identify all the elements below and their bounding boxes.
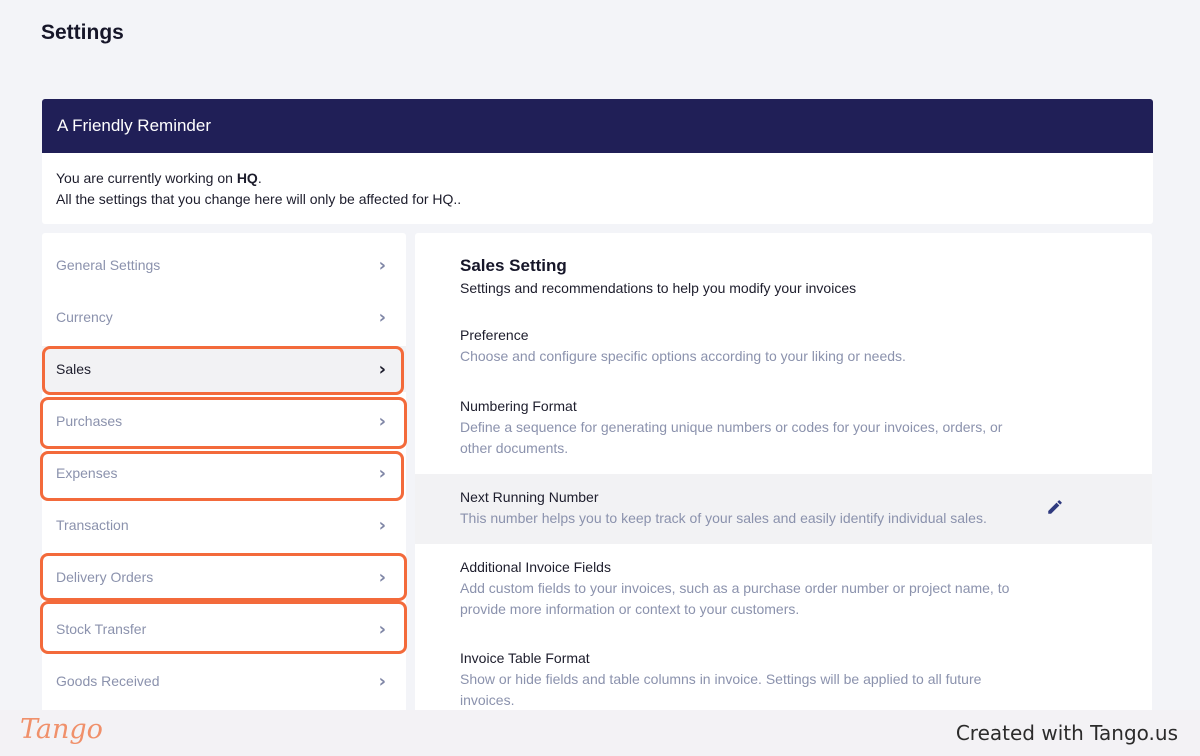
setting-title: Additional Invoice Fields	[460, 559, 611, 575]
chevron-right-icon: ›	[378, 254, 386, 276]
sidebar-item-label: Delivery Orders	[56, 569, 154, 585]
setting-preference[interactable]: Preference Choose and configure specific…	[415, 325, 1152, 375]
chevron-right-icon: ›	[378, 566, 386, 588]
setting-invoice-table-format[interactable]: Invoice Table Format Show or hide fields…	[415, 648, 1152, 710]
page-title: Settings	[41, 21, 124, 44]
setting-numbering-format[interactable]: Numbering Format Define a sequence for g…	[415, 396, 1152, 466]
reminder-card: A Friendly Reminder You are currently wo…	[42, 99, 1153, 224]
settings-sidebar: General Settings › Currency › Sales › Pu…	[42, 233, 406, 710]
sidebar-item-label: General Settings	[56, 257, 161, 273]
chevron-right-icon: ›	[378, 670, 386, 692]
sales-setting-panel: Sales Setting Settings and recommendatio…	[415, 233, 1152, 710]
chevron-right-icon: ›	[378, 358, 386, 380]
sidebar-item-expenses[interactable]: Expenses ›	[42, 450, 406, 496]
panel-title: Sales Setting	[460, 256, 567, 275]
sidebar-item-currency[interactable]: Currency ›	[42, 294, 406, 340]
created-with-text: Created with Tango.us	[955, 721, 1178, 745]
chevron-right-icon: ›	[378, 514, 386, 536]
setting-description: Show or hide fields and table columns in…	[460, 671, 982, 708]
setting-description: This number helps you to keep track of y…	[460, 510, 987, 526]
tango-footer: Tango Created with Tango.us	[0, 710, 1200, 756]
chevron-right-icon: ›	[378, 410, 386, 432]
branch-name: HQ	[236, 170, 258, 186]
reminder-line-1-prefix: You are currently working on	[56, 170, 237, 186]
settings-screen: Settings A Friendly Reminder You are cur…	[0, 0, 1200, 710]
chevron-right-icon: ›	[378, 618, 386, 640]
sidebar-item-label: Goods Received	[56, 673, 160, 689]
sidebar-item-label: Purchases	[56, 413, 123, 429]
chevron-right-icon: ›	[378, 462, 386, 484]
reminder-body: You are currently working on HQ. All the…	[42, 153, 1153, 210]
setting-title: Invoice Table Format	[460, 650, 590, 666]
setting-description: Choose and configure specific options ac…	[460, 348, 906, 364]
sidebar-item-label: Stock Transfer	[56, 621, 147, 637]
reminder-line-1: You are currently working on HQ.	[56, 168, 1153, 189]
setting-title: Preference	[460, 327, 529, 343]
sidebar-item-label: Sales	[56, 361, 92, 377]
sidebar-item-label: Transaction	[56, 517, 129, 533]
setting-description: Define a sequence for generating unique …	[460, 419, 1003, 456]
panel-subtitle: Settings and recommendations to help you…	[460, 280, 857, 296]
setting-description: Add custom fields to your invoices, such…	[460, 580, 1010, 617]
sidebar-item-purchases[interactable]: Purchases ›	[42, 398, 406, 444]
setting-next-running-number[interactable]: Next Running Number This number helps yo…	[415, 474, 1152, 544]
tango-logo: Tango	[20, 714, 103, 745]
chevron-right-icon: ›	[378, 306, 386, 328]
setting-additional-invoice-fields[interactable]: Additional Invoice Fields Add custom fie…	[415, 557, 1152, 627]
reminder-line-1-suffix: .	[257, 170, 262, 186]
reminder-heading: A Friendly Reminder	[42, 99, 1153, 153]
sidebar-item-delivery-orders[interactable]: Delivery Orders ›	[42, 554, 406, 600]
setting-title: Numbering Format	[460, 398, 577, 414]
sidebar-item-transaction[interactable]: Transaction ›	[42, 502, 406, 548]
sidebar-item-label: Currency	[56, 309, 113, 325]
sidebar-item-general-settings[interactable]: General Settings ›	[42, 242, 406, 288]
sidebar-item-stock-transfer[interactable]: Stock Transfer ›	[42, 606, 406, 652]
sidebar-item-goods-received[interactable]: Goods Received ›	[42, 658, 406, 704]
sidebar-item-label: Expenses	[56, 465, 118, 481]
sidebar-item-sales[interactable]: Sales ›	[42, 346, 406, 392]
reminder-line-2: All the settings that you change here wi…	[56, 191, 462, 207]
pencil-edit-icon[interactable]	[1046, 498, 1064, 516]
